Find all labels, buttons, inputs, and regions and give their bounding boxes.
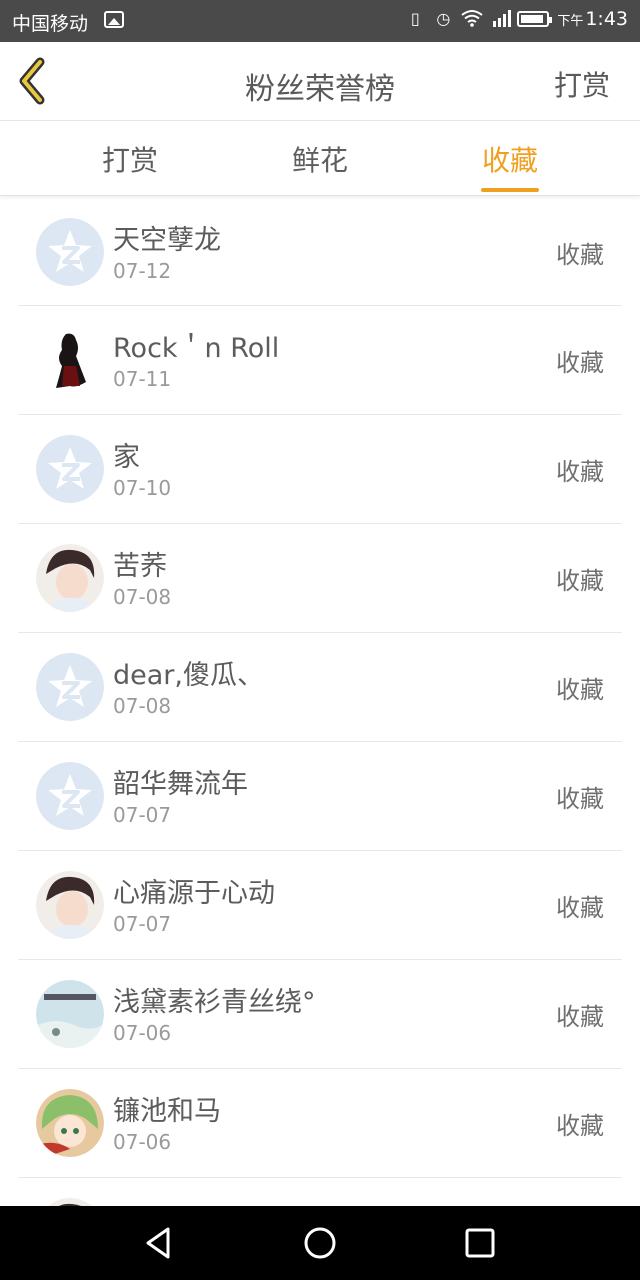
fan-date: 07-08 [113,694,172,718]
tab-flowers[interactable]: 鲜花 [260,139,380,179]
fan-name: 心痛源于心动 [113,878,275,909]
fan-date: 07-06 [113,1021,172,1045]
avatar[interactable] [36,544,104,612]
fan-date: 07-12 [113,259,172,283]
fan-name: 家 [113,442,140,473]
support-type: 收藏 [556,567,604,595]
tab-label: 收藏 [481,144,538,177]
list-item[interactable]: dear,傻瓜、 07-08 收藏 [18,633,622,742]
fan-date: 07-11 [113,367,172,391]
fan-date: 07-07 [113,803,172,827]
tab-label: 鲜花 [291,144,348,177]
support-type: 收藏 [556,349,604,377]
fan-name: 浅黛素衫青丝绕° [113,987,316,1018]
avatar[interactable] [36,326,104,394]
tab-favorites[interactable]: 收藏 [450,139,570,192]
fan-name: dear,傻瓜、 [113,660,264,691]
fan-date: 07-06 [113,1130,172,1154]
list-item[interactable]: 仲云雅 [18,1178,622,1206]
list-item[interactable]: 韶华舞流年 07-07 收藏 [18,742,622,851]
nav-recents-button[interactable] [460,1223,500,1263]
signal-icon [489,9,512,29]
system-nav-bar [0,1206,640,1280]
vibrate-icon: ▯ [410,9,420,28]
image-notification-icon [104,11,124,28]
fan-date: 07-10 [113,476,172,500]
nav-back-button[interactable] [140,1223,180,1263]
support-type: 收藏 [556,894,604,922]
fan-name: 仲云雅 [113,1198,194,1206]
avatar[interactable] [36,218,104,286]
ampm-label: 下午 [557,13,584,29]
fan-list[interactable]: 天空孽龙 07-12 收藏 Rock＇n Roll 07-11 收藏家 07-10 收藏 苦荞 0… [0,198,640,1206]
list-item[interactable]: Rock＇n Roll 07-11 收藏 [18,306,622,415]
support-type: 收藏 [556,676,604,704]
avatar[interactable] [36,762,104,830]
list-item[interactable]: 浅黛素衫青丝绕° 07-06 收藏 [18,960,622,1069]
fan-name: 镰池和马 [113,1096,221,1127]
alarm-icon: ◷ [436,9,451,28]
fan-date: 07-08 [113,585,172,609]
triangle-back-icon [146,1227,170,1259]
square-recents-icon [465,1228,495,1258]
tab-reward[interactable]: 打赏 [70,139,190,179]
support-type: 收藏 [556,785,604,813]
carrier-label: 中国移动 [12,13,89,35]
fan-name: 韶华舞流年 [113,769,248,800]
fan-name: 苦荞 [113,551,167,582]
nav-home-button[interactable] [300,1223,340,1263]
status-bar: 中国移动 ▯ ◷ 下午 1:43 [0,0,640,42]
avatar[interactable] [36,980,104,1048]
list-item[interactable]: 心痛源于心动 07-07 收藏 [18,851,622,960]
reward-button[interactable]: 打赏 [554,64,610,104]
page-title: 粉丝荣誉榜 [245,72,395,107]
list-item[interactable]: 天空孽龙 07-12 收藏 [18,198,622,306]
list-item[interactable]: 镰池和马 07-06 收藏 [18,1069,622,1178]
tab-bar: 打赏 鲜花 收藏 [0,121,640,196]
fan-name: 天空孽龙 [113,225,221,256]
avatar[interactable] [36,435,104,503]
fan-date: 07-07 [113,912,172,936]
fan-name: Rock＇n Roll [113,333,280,364]
battery-icon [517,11,553,27]
tab-underline [481,188,539,192]
avatar[interactable] [36,653,104,721]
app-header: 粉丝荣誉榜 打赏 [0,42,640,121]
tab-label: 打赏 [101,144,158,177]
avatar[interactable] [36,871,104,939]
avatar[interactable] [36,1089,104,1157]
list-item[interactable]: 苦荞 07-08 收藏 [18,524,622,633]
clock-time: 1:43 [585,8,628,30]
avatar[interactable] [36,1198,104,1206]
wifi-icon [461,9,483,29]
support-type: 收藏 [556,1112,604,1140]
support-type: 收藏 [556,458,604,486]
circle-home-icon [304,1227,336,1259]
support-type: 收藏 [556,241,604,269]
support-type: 收藏 [556,1003,604,1031]
list-item[interactable]: 家 07-10 收藏 [18,415,622,524]
